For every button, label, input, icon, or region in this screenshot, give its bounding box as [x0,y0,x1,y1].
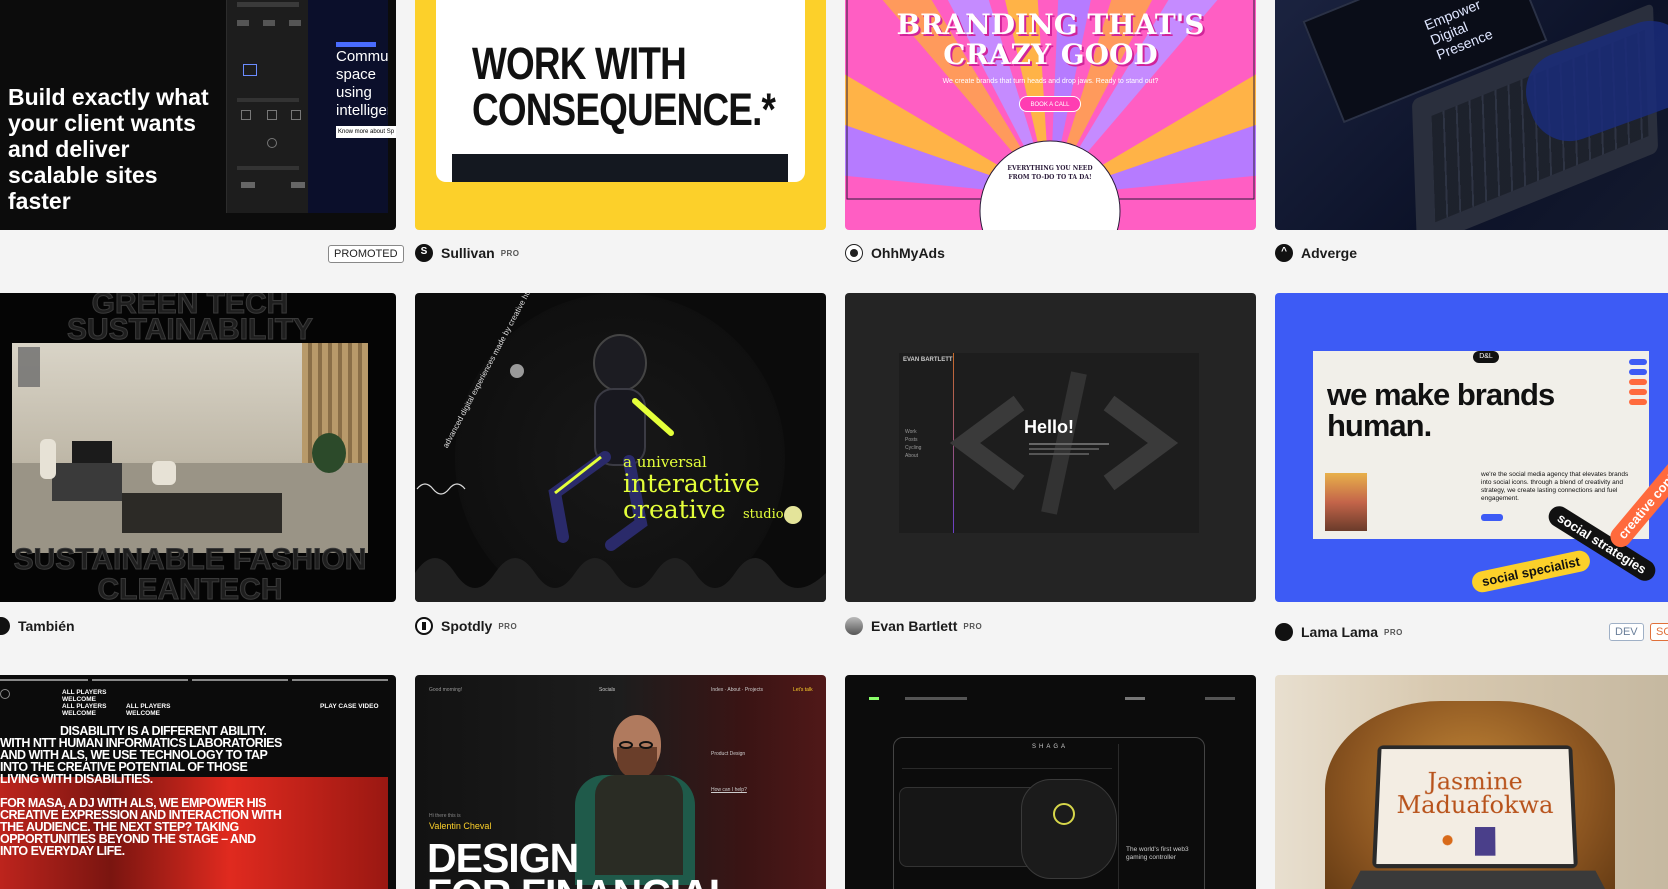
pro-badge: PRO [498,621,518,631]
pro-badge: PRO [500,248,520,258]
meta-spotdly: Spotdly PRO [415,615,517,637]
valentin-name: Valentin Cheval [429,821,492,831]
sullivan-avatar[interactable]: S [415,244,433,262]
lama-page: D&L we make brands human. we're the soci… [1313,351,1649,539]
jasmine-name-2: Maduafokwa [1396,791,1554,819]
tambien-avatar[interactable] [0,617,10,635]
card-ntt[interactable]: ALL PLAYERS WELCOME ALL PLAYERS WELCOME … [0,675,396,889]
sullivan-sheet: WORK WITH CONSEQUENCE.* [436,0,805,182]
card-adverge[interactable]: Empower Digital Presence [1275,0,1668,230]
ohh-cta-button: BOOK A CALL [1019,96,1081,112]
ntt-top-1: ALL PLAYERS WELCOME [62,689,107,703]
sullivan-name[interactable]: Sullivan [441,245,495,261]
ohh-stamp-text: EVERYTHING YOU NEED FROM TO-DO TO TA DA! [1007,165,1093,181]
tambien-name[interactable]: También [18,618,75,634]
lama-body: we're the social media agency that eleva… [1481,471,1629,502]
ntt-para-2: FOR MASA, A DJ WITH ALS, WE EMPOWER HIS … [0,796,282,858]
adverge-avatar[interactable]: ^ [1275,244,1293,262]
tambien-top-2: SUSTAINABILITY [66,313,314,347]
card-shaga[interactable]: SHAGA The world's first web3 gaming cont… [845,675,1256,889]
controller-graphic [899,787,1039,867]
webflow-side-text: Community space using intelligence learn… [336,48,388,119]
sullivan-headline-2: CONSEQUENCE.* [472,84,776,135]
meta-evan: Evan Bartlett PRO [845,615,982,637]
lama-photo [1325,473,1367,531]
valentin-index[interactable]: Index · About · Projects [711,687,763,693]
promoted-badge: PROMOTED [328,245,404,263]
card-ohhmyads[interactable]: BRANDING THAT'S CRAZY GOOD We create bra… [845,0,1256,230]
office-render [12,343,368,553]
valentin-body [595,775,683,875]
card-evan[interactable]: EVAN BARTLETT Work Posts Cycling About H… [845,293,1256,602]
gallery-grid: Build exactly what your client wants and… [0,0,1668,889]
ohhmyads-name[interactable]: OhhMyAds [871,245,945,261]
ntt-top-2: ALL PLAYERS WELCOME [62,703,107,717]
evan-avatar[interactable] [845,617,863,635]
card-tambien[interactable]: GREEN TECH SUSTAINABILITY SUSTAINABLE FA… [0,293,396,602]
spotdly-name[interactable]: Spotdly [441,618,492,634]
pro-badge: PRO [1384,627,1403,637]
ntt-para-1: DISABILITY IS A DIFFERENT ABILITY. WITH … [0,724,282,786]
meta-sullivan: S Sullivan PRO [415,242,520,264]
meta-adverge: ^ Adverge [1275,242,1357,264]
card-sullivan[interactable]: WORK WITH CONSEQUENCE.* [415,0,826,230]
pro-badge: PRO [963,621,983,631]
lama-avatar[interactable] [1275,623,1293,641]
adverge-name[interactable]: Adverge [1301,245,1357,261]
ntt-play-video[interactable]: PLAY CASE VIDEO [320,703,379,710]
meta-ohhmyads: OhhMyAds [845,242,945,264]
webflow-preview: Community space using intelligence learn… [308,0,396,213]
valentin-headline-2: FOR FINANCIAL [427,871,734,889]
social-tag[interactable]: SO [1650,623,1668,641]
spotdly-line-2: interactive [623,469,760,498]
card-lama[interactable]: D&L we make brands human. we're the soci… [1275,293,1668,602]
ohh-headline-2: CRAZY GOOD [943,38,1158,71]
shaga-tagline: The world's first web3 gaming controller [1126,846,1189,861]
ohhmyads-avatar[interactable] [845,244,863,262]
shaga-logo: SHAGA [1031,744,1068,750]
webflow-side-button: Know more about Sp [336,126,396,138]
evan-hello: Hello! [1023,417,1074,437]
card-webflow[interactable]: Build exactly what your client wants and… [0,0,396,230]
valentin-help[interactable]: How can I help? [711,787,747,793]
meta-lama: Lama Lama PRO [1275,621,1403,643]
valentin-cta[interactable]: Let's talk [793,687,813,693]
valentin-hi: Hi there this is [429,813,461,819]
valentin-service: Product Design [711,751,746,757]
lama-headline: we make brands human. [1327,377,1555,443]
evan-name[interactable]: Evan Bartlett [871,618,957,634]
lama-logo: D&L [1473,351,1499,363]
lama-name[interactable]: Lama Lama [1301,624,1378,640]
laptop-screen: Jasmine Maduafokwa [1372,745,1578,869]
card-jasmine[interactable]: Jasmine Maduafokwa [1275,675,1668,889]
lama-pill-1: social specialist [1470,548,1592,595]
ohh-headline-1: BRANDING THAT'S [896,8,1205,41]
meta-tambien: También [0,615,75,637]
tambien-bottom-1: SUSTAINABLE FASHION [13,543,367,577]
adverge-screen-text: Empower Digital Presence [1421,0,1495,63]
card-spotdly[interactable]: advanced digital experiences made by cre… [415,293,826,602]
ohh-subtext: We create brands that turn heads and dro… [942,78,1159,85]
wave-graphic [415,334,826,602]
dev-tag[interactable]: DEV [1609,623,1644,641]
valentin-greeting: Good morning! [429,687,463,693]
tambien-bottom-2: CLEANTECH [97,573,283,603]
card-valentin[interactable]: Good morning! Socials Index · About · Pr… [415,675,826,889]
ntt-top-3: ALL PLAYERS WELCOME [126,703,171,717]
spotdly-line-3: creative [623,495,726,524]
webflow-headline: Build exactly what your client wants and… [8,84,209,214]
spotdly-line-4: studio [743,507,784,522]
evan-browser: EVAN BARTLETT Work Posts Cycling About H… [899,353,1199,533]
valentin-nav[interactable]: Socials [599,687,615,693]
sullivan-headline-1: WORK WITH [472,38,687,89]
spotdly-avatar[interactable] [415,617,433,635]
webflow-panel [226,0,308,213]
